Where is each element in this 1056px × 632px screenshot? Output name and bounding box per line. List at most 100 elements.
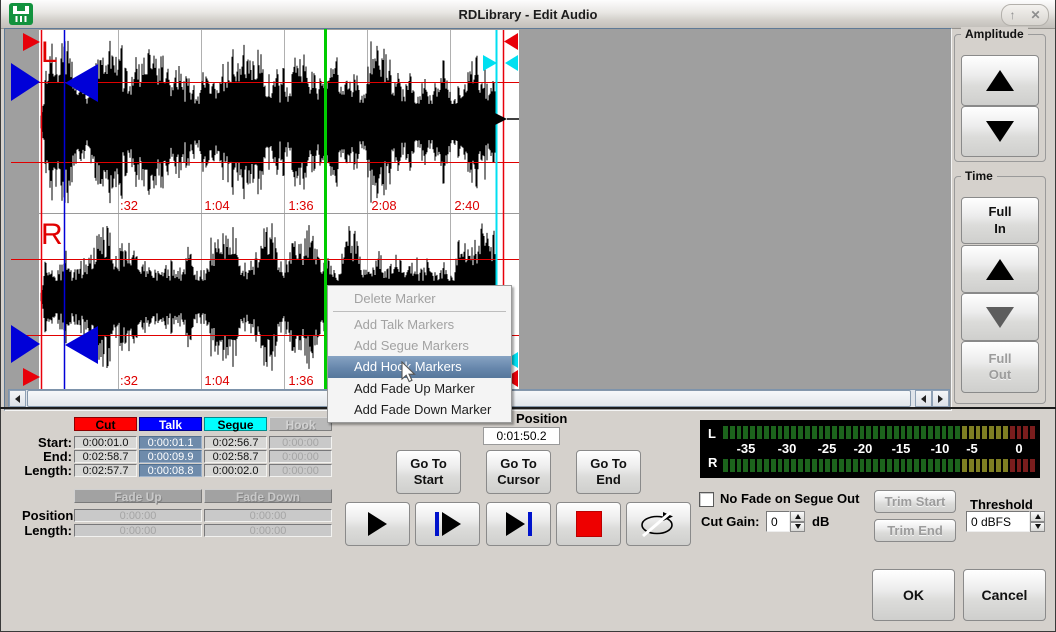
- play-from-button[interactable]: [415, 502, 480, 546]
- play-from-icon: [435, 512, 461, 536]
- panel-divider: [0, 407, 1056, 409]
- play-to-button[interactable]: [486, 502, 551, 546]
- start-marker-handle-right[interactable]: [23, 368, 40, 386]
- meter-segment: [969, 459, 974, 472]
- segue-length-value: 0:00:02.0: [204, 464, 267, 477]
- time-zoom-in-button[interactable]: [961, 245, 1039, 293]
- go-to-cursor-button[interactable]: Go To Cursor: [486, 450, 551, 494]
- cut-gain-down-button[interactable]: [790, 522, 805, 533]
- trim-start-button[interactable]: Trim Start: [874, 490, 956, 513]
- time-label: 1:36: [288, 373, 313, 388]
- scale-tick: -5: [966, 441, 978, 456]
- meter-segment: [894, 426, 899, 439]
- cancel-label: Cancel: [982, 587, 1028, 603]
- hook-column-header: Hook: [269, 417, 332, 431]
- meter-segment: [757, 459, 762, 472]
- menu-item-add-fade-down-marker[interactable]: Add Fade Down Marker: [328, 399, 511, 420]
- no-fade-segue-checkbox[interactable]: [699, 492, 714, 507]
- talk-start-handle-left[interactable]: [11, 63, 40, 101]
- trim-end-button[interactable]: Trim End: [874, 519, 956, 542]
- cut-gain-up-button[interactable]: [790, 511, 805, 522]
- arrow-left-icon: [921, 395, 926, 403]
- fade-down-header: Fade Down: [204, 489, 332, 503]
- meter-segment: [805, 426, 810, 439]
- talk-start-handle-right[interactable]: [11, 325, 40, 363]
- meter-segment: [887, 426, 892, 439]
- amplitude-down-button[interactable]: [961, 106, 1039, 157]
- meter-segment: [996, 426, 1001, 439]
- meter-segment: [723, 426, 728, 439]
- scroll-left-button-2[interactable]: [915, 390, 932, 407]
- meter-segment: [976, 459, 981, 472]
- fade-up-length-value: 0:00:00: [74, 524, 202, 537]
- time-label: 2:08: [371, 198, 396, 213]
- end-row-label: End:: [22, 450, 72, 464]
- scroll-right-button[interactable]: [932, 390, 949, 407]
- segue-start-value: 0:02:56.7: [204, 436, 267, 449]
- table-row-fade-position: Position: 0:00:00 0:00:00: [22, 509, 332, 523]
- menu-item-add-talk-markers[interactable]: Add Talk Markers: [328, 314, 511, 335]
- scale-tick: -10: [931, 441, 950, 456]
- meter-left-label: L: [708, 426, 716, 441]
- time-full-out-button[interactable]: Full Out: [961, 341, 1039, 393]
- meter-segment: [750, 459, 755, 472]
- meter-segment: [778, 459, 783, 472]
- menu-item-add-segue-markers[interactable]: Add Segue Markers: [328, 335, 511, 356]
- go-to-end-button[interactable]: Go To End: [576, 450, 641, 494]
- menu-item-delete-marker[interactable]: Delete Marker: [328, 288, 511, 309]
- loop-button[interactable]: [626, 502, 691, 546]
- fade-up-position-value: 0:00:00: [74, 509, 202, 522]
- ok-button[interactable]: OK: [872, 569, 955, 621]
- audio-level-meter: L R -35 -30 -25 -20 -15 -10 -5 0: [700, 420, 1040, 478]
- window-controls: ↑ ✕: [1001, 4, 1049, 26]
- full-in-label: Full In: [983, 204, 1017, 237]
- stop-button[interactable]: [556, 502, 621, 546]
- table-row-start: Start: 0:00:01.0 0:00:01.1 0:02:56.7 0:0…: [22, 436, 332, 450]
- title-bar[interactable]: RDLibrary - Edit Audio ↑ ✕: [1, 0, 1055, 29]
- play-button[interactable]: [345, 502, 410, 546]
- arrow-down-icon: [986, 121, 1014, 142]
- menu-item-add-fade-up-marker[interactable]: Add Fade Up Marker: [328, 378, 511, 399]
- amplitude-up-button[interactable]: [961, 55, 1039, 106]
- start-marker-handle-left[interactable]: [23, 33, 40, 51]
- meter-segment: [832, 426, 837, 439]
- threshold-input[interactable]: 0 dBFS: [966, 511, 1030, 532]
- arrow-left-icon: [15, 395, 20, 403]
- threshold-up-button[interactable]: [1030, 511, 1045, 522]
- meter-segment: [805, 459, 810, 472]
- time-zoom-out-button[interactable]: [961, 293, 1039, 341]
- meter-segment: [866, 426, 871, 439]
- meter-segment: [894, 459, 899, 472]
- cut-gain-input[interactable]: 0: [766, 511, 790, 532]
- cut-gain-spin-buttons: [790, 511, 805, 532]
- meter-segment: [737, 426, 742, 439]
- shade-window-icon[interactable]: ↑: [1009, 9, 1015, 21]
- talk-start-value: 0:00:01.1: [139, 436, 202, 449]
- marker-context-menu: Delete Marker Add Talk Markers Add Segue…: [327, 285, 512, 423]
- meter-segment: [914, 426, 919, 439]
- meter-segment: [730, 426, 735, 439]
- meter-segment: [750, 426, 755, 439]
- hook-length-value: 0:00:00: [269, 464, 332, 477]
- threshold-spin-buttons: [1030, 511, 1045, 532]
- close-window-icon[interactable]: ✕: [1030, 9, 1040, 21]
- time-full-in-button[interactable]: Full In: [961, 197, 1039, 244]
- meter-segment: [969, 426, 974, 439]
- meter-segment: [771, 459, 776, 472]
- meter-segment: [743, 459, 748, 472]
- meter-segment: [825, 426, 830, 439]
- meter-segment: [1030, 426, 1035, 439]
- meter-segment: [860, 459, 865, 472]
- talk-end-value: 0:00:09.9: [139, 450, 202, 463]
- meter-segment: [921, 459, 926, 472]
- window-title: RDLibrary - Edit Audio: [1, 7, 1055, 22]
- talk-column-header: Talk: [139, 417, 202, 431]
- threshold-down-button[interactable]: [1030, 522, 1045, 533]
- go-to-cursor-label: Go To Cursor: [496, 456, 542, 489]
- scroll-left-button[interactable]: [9, 390, 26, 407]
- meter-segment: [873, 459, 878, 472]
- menu-item-add-hook-markers[interactable]: Add Hook Markers: [328, 356, 511, 378]
- go-to-start-button[interactable]: Go To Start: [396, 450, 461, 494]
- meter-segment: [976, 426, 981, 439]
- cancel-button[interactable]: Cancel: [963, 569, 1046, 621]
